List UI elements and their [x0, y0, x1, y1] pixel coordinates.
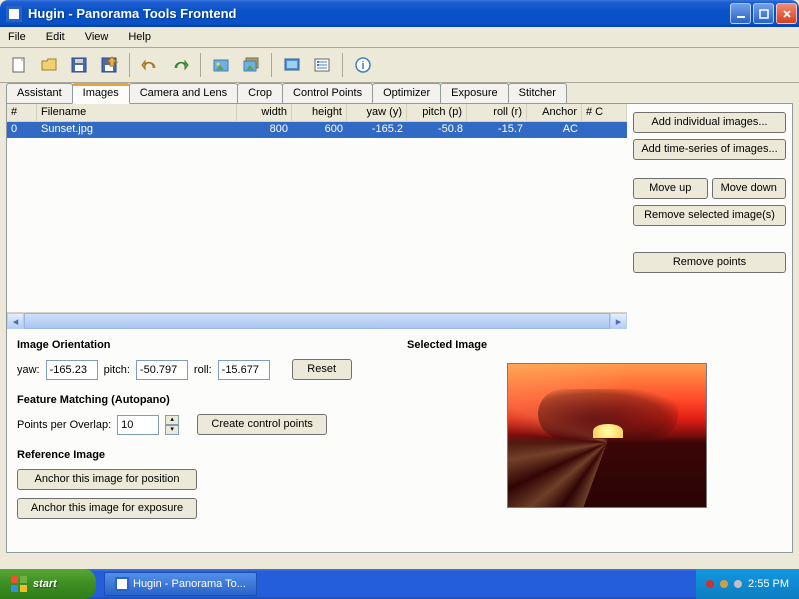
- properties-button[interactable]: [308, 51, 336, 79]
- stepper-up-icon[interactable]: ▴: [165, 415, 179, 425]
- create-control-points-button[interactable]: Create control points: [197, 414, 327, 435]
- cell-filename: Sunset.jpg: [37, 122, 237, 138]
- stepper-down-icon[interactable]: ▾: [165, 425, 179, 435]
- tray-shield-icon[interactable]: [706, 580, 714, 588]
- add-timeseries-button[interactable]: Add time-series of images...: [633, 139, 786, 160]
- new-button[interactable]: [5, 51, 33, 79]
- tab-control-points[interactable]: Control Points: [282, 83, 373, 104]
- orientation-heading: Image Orientation: [17, 339, 377, 351]
- tab-strip: Assistant Images Camera and Lens Crop Co…: [6, 83, 793, 104]
- lower-panel: Image Orientation yaw: pitch: roll: Rese…: [7, 329, 792, 552]
- scroll-thumb[interactable]: [24, 313, 610, 329]
- taskbar-app-button[interactable]: Hugin - Panorama To...: [104, 572, 257, 596]
- app-icon: [6, 6, 22, 22]
- tab-stitcher[interactable]: Stitcher: [508, 83, 567, 104]
- save-button[interactable]: [65, 51, 93, 79]
- points-stepper[interactable]: ▴ ▾: [165, 415, 179, 435]
- menu-help[interactable]: Help: [124, 29, 155, 45]
- points-per-overlap-label: Points per Overlap:: [17, 419, 111, 431]
- reset-button[interactable]: Reset: [292, 359, 352, 380]
- selected-image-heading: Selected Image: [407, 339, 707, 351]
- roll-input[interactable]: [218, 360, 270, 380]
- window-titlebar: Hugin - Panorama Tools Frontend: [0, 0, 799, 27]
- col-height[interactable]: height: [292, 104, 347, 121]
- redo-button[interactable]: [166, 51, 194, 79]
- tab-optimizer[interactable]: Optimizer: [372, 83, 441, 104]
- feature-matching-heading: Feature Matching (Autopano): [17, 394, 377, 406]
- yaw-label: yaw:: [17, 364, 40, 376]
- roll-label: roll:: [194, 364, 212, 376]
- col-roll[interactable]: roll (r): [467, 104, 527, 121]
- preview-button[interactable]: [278, 51, 306, 79]
- tab-assistant[interactable]: Assistant: [6, 83, 73, 104]
- toolbar: i: [0, 48, 799, 83]
- col-num[interactable]: #: [7, 104, 37, 121]
- undo-button[interactable]: [136, 51, 164, 79]
- remove-selected-button[interactable]: Remove selected image(s): [633, 205, 786, 226]
- scroll-right-icon[interactable]: ▸: [610, 313, 627, 329]
- selected-image-panel: Selected Image: [407, 335, 707, 546]
- pitch-label: pitch:: [104, 364, 130, 376]
- system-tray[interactable]: 2:55 PM: [696, 569, 799, 599]
- maximize-button[interactable]: [753, 3, 774, 24]
- move-up-button[interactable]: Move up: [633, 178, 708, 199]
- svg-text:i: i: [361, 60, 364, 72]
- tab-page-images: # Filename width height yaw (y) pitch (p…: [6, 103, 793, 553]
- tray-network-icon[interactable]: [720, 580, 728, 588]
- close-button[interactable]: [776, 3, 797, 24]
- col-width[interactable]: width: [237, 104, 292, 121]
- image-table: # Filename width height yaw (y) pitch (p…: [7, 104, 627, 329]
- open-button[interactable]: [35, 51, 63, 79]
- cell-height: 600: [292, 122, 347, 138]
- tab-exposure[interactable]: Exposure: [440, 83, 508, 104]
- tab-images[interactable]: Images: [72, 83, 130, 104]
- reference-image-heading: Reference Image: [17, 449, 377, 461]
- menu-view[interactable]: View: [81, 29, 113, 45]
- col-filename[interactable]: Filename: [37, 104, 237, 121]
- points-per-overlap-input[interactable]: [117, 415, 159, 435]
- table-row[interactable]: 0 Sunset.jpg 800 600 -165.2 -50.8 -15.7 …: [7, 122, 627, 138]
- anchor-position-button[interactable]: Anchor this image for position: [17, 469, 197, 490]
- tab-camera-lens[interactable]: Camera and Lens: [129, 83, 238, 104]
- saveas-button[interactable]: [95, 51, 123, 79]
- minimize-button[interactable]: [730, 3, 751, 24]
- cell-roll: -15.7: [467, 122, 527, 138]
- taskbar: start Hugin - Panorama To... 2:55 PM: [0, 569, 799, 599]
- yaw-input[interactable]: [46, 360, 98, 380]
- start-button[interactable]: start: [0, 569, 96, 599]
- col-yaw[interactable]: yaw (y): [347, 104, 407, 121]
- cell-width: 800: [237, 122, 292, 138]
- cell-numc: [582, 122, 627, 138]
- move-down-button[interactable]: Move down: [712, 178, 787, 199]
- menu-file[interactable]: File: [4, 29, 30, 45]
- cell-anchor: AC: [527, 122, 582, 138]
- col-pitch[interactable]: pitch (p): [407, 104, 467, 121]
- cell-num: 0: [7, 122, 37, 138]
- taskbar-app-label: Hugin - Panorama To...: [133, 578, 246, 590]
- tray-volume-icon[interactable]: [734, 580, 742, 588]
- tab-crop[interactable]: Crop: [237, 83, 283, 104]
- add-individual-button[interactable]: Add individual images...: [633, 112, 786, 133]
- cell-yaw: -165.2: [347, 122, 407, 138]
- window-title: Hugin - Panorama Tools Frontend: [28, 6, 730, 21]
- add-images-button[interactable]: [237, 51, 265, 79]
- menu-edit[interactable]: Edit: [42, 29, 69, 45]
- app-icon: [115, 577, 129, 591]
- image-action-panel: Add individual images... Add time-series…: [627, 104, 792, 329]
- anchor-exposure-button[interactable]: Anchor this image for exposure: [17, 498, 197, 519]
- col-numc[interactable]: # C: [582, 104, 627, 121]
- add-image-button[interactable]: [207, 51, 235, 79]
- cell-pitch: -50.8: [407, 122, 467, 138]
- scroll-left-icon[interactable]: ◂: [7, 313, 24, 329]
- clock: 2:55 PM: [748, 578, 789, 590]
- about-button[interactable]: i: [349, 51, 377, 79]
- selected-image-preview: [507, 363, 707, 508]
- start-label: start: [33, 578, 57, 590]
- menubar: File Edit View Help: [0, 27, 799, 48]
- horizontal-scrollbar[interactable]: ◂ ▸: [7, 312, 627, 329]
- remove-points-button[interactable]: Remove points: [633, 252, 786, 273]
- pitch-input[interactable]: [136, 360, 188, 380]
- windows-logo-icon: [10, 575, 28, 593]
- col-anchor[interactable]: Anchor: [527, 104, 582, 121]
